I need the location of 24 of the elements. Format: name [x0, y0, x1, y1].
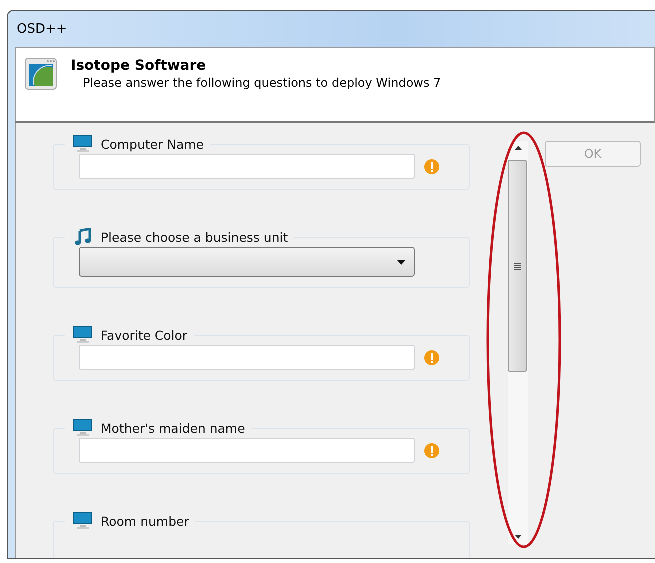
header-title: Isotope Software	[71, 58, 208, 74]
dropdown[interactable]	[79, 247, 415, 277]
monitor-icon	[73, 512, 93, 530]
field-label: Please choose a business unit	[101, 230, 288, 244]
vertical-scrollbar[interactable]	[507, 141, 528, 544]
grip-icon	[514, 262, 521, 270]
field-label: Room number	[101, 514, 190, 528]
music-note-icon	[73, 228, 93, 246]
text-field[interactable]	[79, 345, 415, 370]
scrollbar-thumb[interactable]	[508, 160, 527, 372]
header-subtitle: Please answer the following questions to deploy Windows 7	[83, 76, 442, 90]
field-label: Favorite Color	[101, 328, 188, 342]
field-label: Computer Name	[101, 136, 204, 152]
caret-icon	[397, 260, 406, 264]
window-title: OSD++	[17, 22, 68, 36]
monitor-icon	[73, 326, 93, 344]
text-field[interactable]	[79, 154, 415, 179]
scroll-up-arrow-icon[interactable]	[514, 146, 522, 150]
globe-app-icon	[25, 58, 57, 90]
field-label: Mother's maiden name	[101, 420, 246, 436]
scroll-down-arrow-icon[interactable]	[514, 535, 522, 539]
monitor-icon	[73, 135, 93, 153]
monitor-icon	[73, 419, 93, 437]
text-field[interactable]	[79, 438, 415, 463]
